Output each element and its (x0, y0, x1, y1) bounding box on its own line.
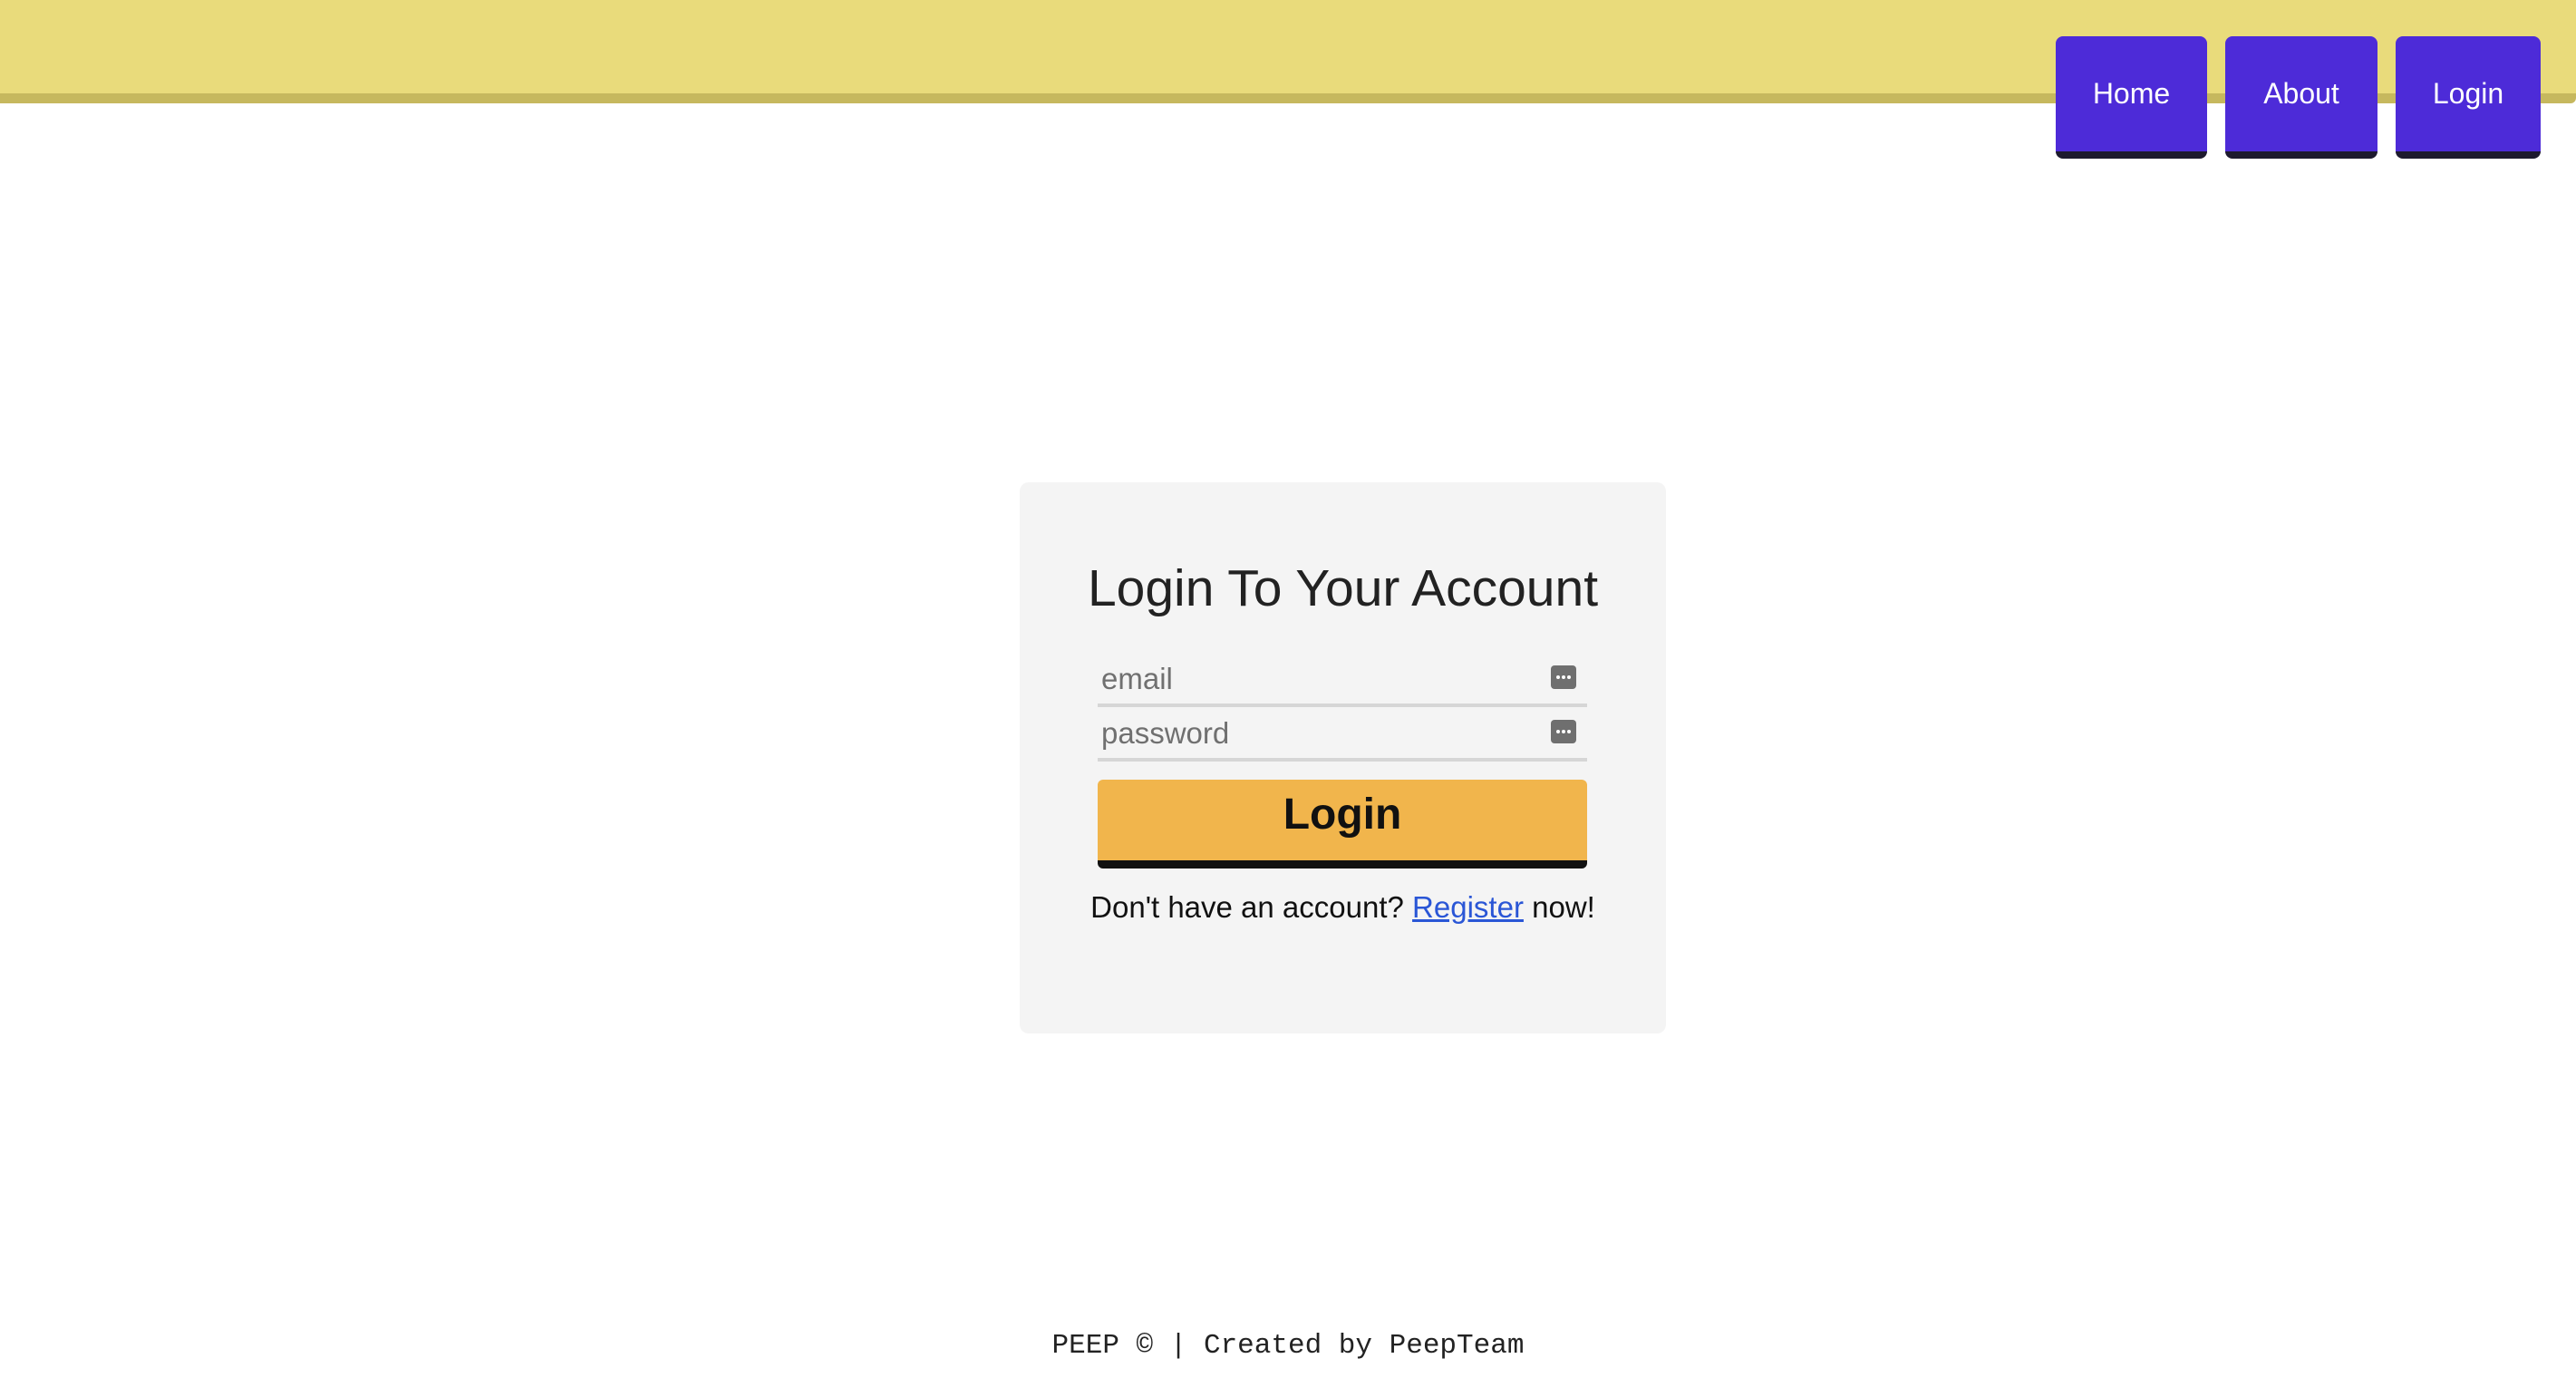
login-card: Login To Your Account Login Don't have a… (1020, 482, 1666, 1034)
password-manager-key-icon[interactable] (1551, 720, 1576, 743)
password-input[interactable] (1098, 709, 1527, 758)
email-field (1098, 655, 1587, 707)
email-input[interactable] (1098, 655, 1527, 704)
register-prompt: Don't have an account? Register now! (1020, 888, 1666, 927)
nav-home-button[interactable]: Home (2056, 36, 2207, 159)
nav-about-button[interactable]: About (2225, 36, 2377, 159)
login-title: Login To Your Account (1087, 559, 1599, 617)
register-prefix-text: Don't have an account? (1090, 890, 1404, 924)
password-manager-key-icon[interactable] (1551, 665, 1576, 689)
login-submit-button[interactable]: Login (1098, 780, 1587, 869)
register-suffix-text: now! (1532, 890, 1595, 924)
register-link[interactable]: Register (1412, 890, 1524, 924)
nav-login-button[interactable]: Login (2396, 36, 2541, 159)
password-field (1098, 709, 1587, 762)
footer-text: PEEP © | Created by PeepTeam (1051, 1330, 1525, 1362)
